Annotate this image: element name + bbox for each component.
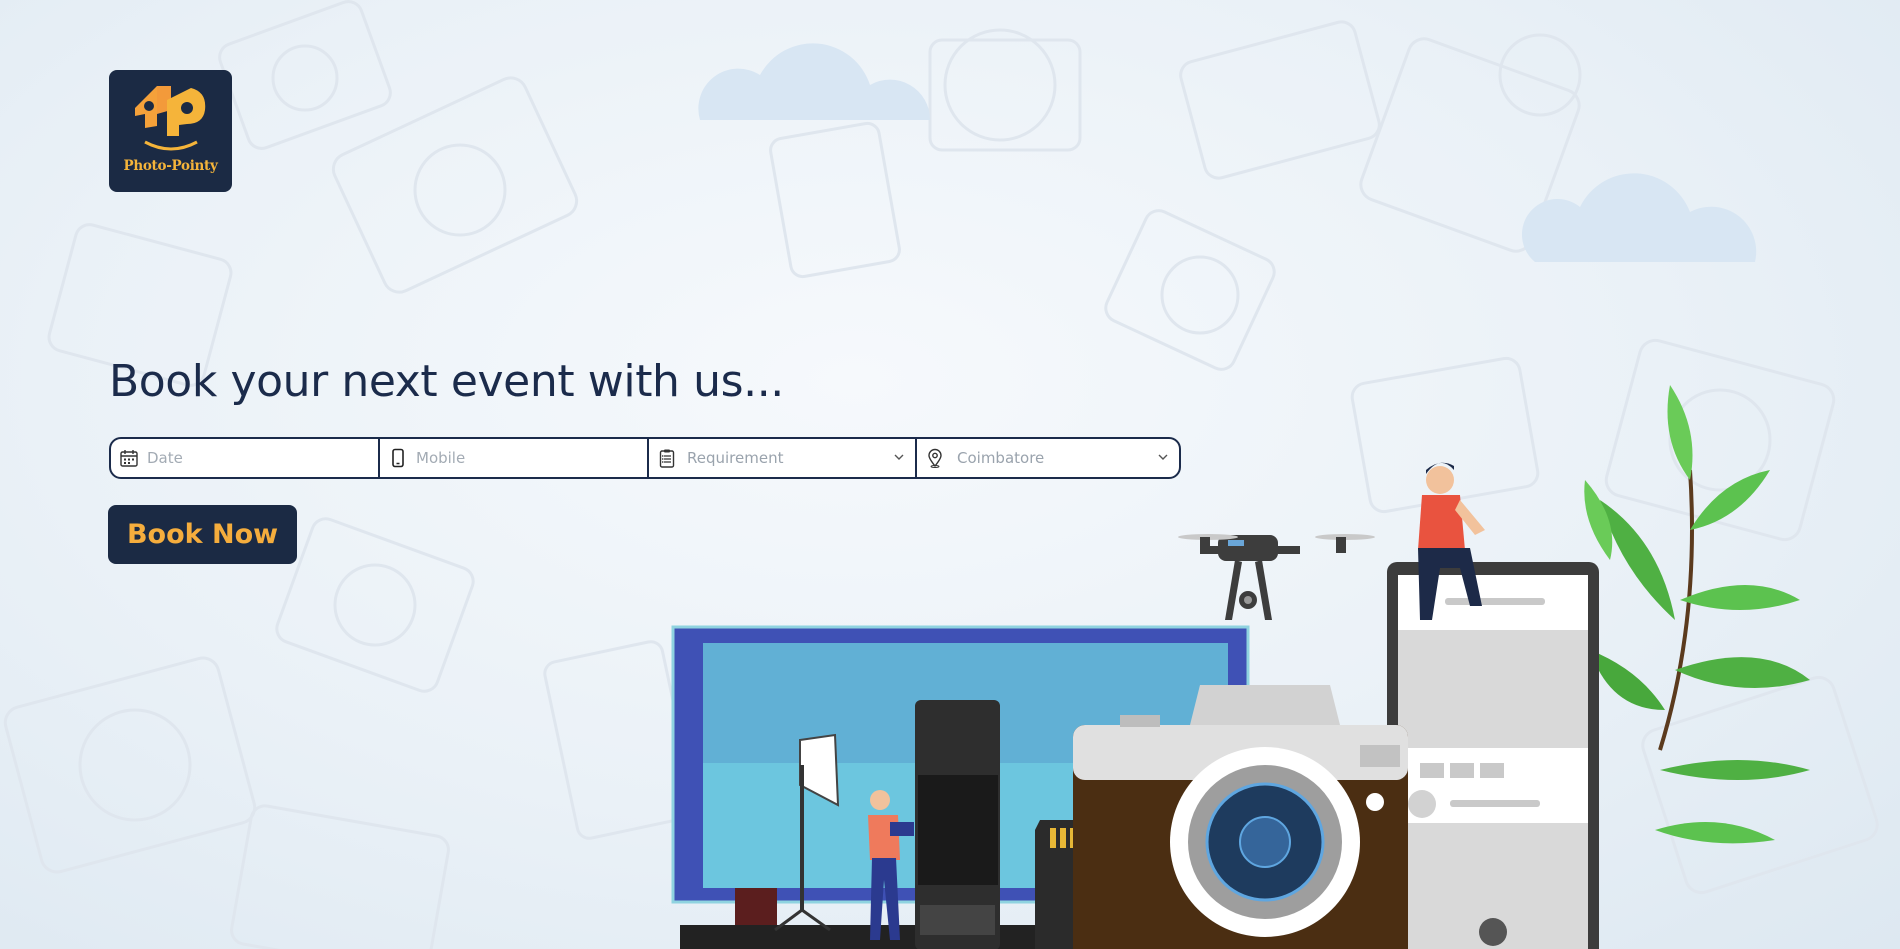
drone-illustration xyxy=(1178,534,1375,620)
brand-logo[interactable]: Photo-Pointy xyxy=(109,70,232,192)
camera-illustration xyxy=(1073,685,1408,949)
logo-text: Photo-Pointy xyxy=(123,158,218,174)
book-now-button[interactable]: Book Now xyxy=(108,505,297,564)
hero-illustration xyxy=(671,385,1810,949)
calendar-icon xyxy=(120,450,138,467)
phone-icon xyxy=(392,448,404,468)
mobile-field[interactable] xyxy=(380,439,649,477)
plant-leaves-illustration xyxy=(1584,385,1810,844)
mobile-input[interactable] xyxy=(380,439,647,477)
camera-lens-illustration xyxy=(915,700,1000,949)
date-input[interactable] xyxy=(111,439,378,477)
date-field[interactable] xyxy=(111,439,380,477)
